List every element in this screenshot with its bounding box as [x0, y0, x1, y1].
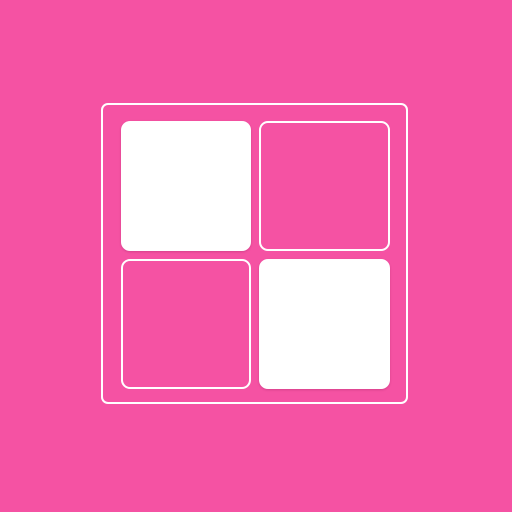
grid-cell-bottom-right	[259, 259, 390, 389]
grid-cell-bottom-left	[121, 259, 251, 389]
grid-cell-top-right	[259, 121, 390, 251]
app-icon-canvas	[0, 0, 512, 512]
grid-cell-top-left	[121, 121, 251, 251]
